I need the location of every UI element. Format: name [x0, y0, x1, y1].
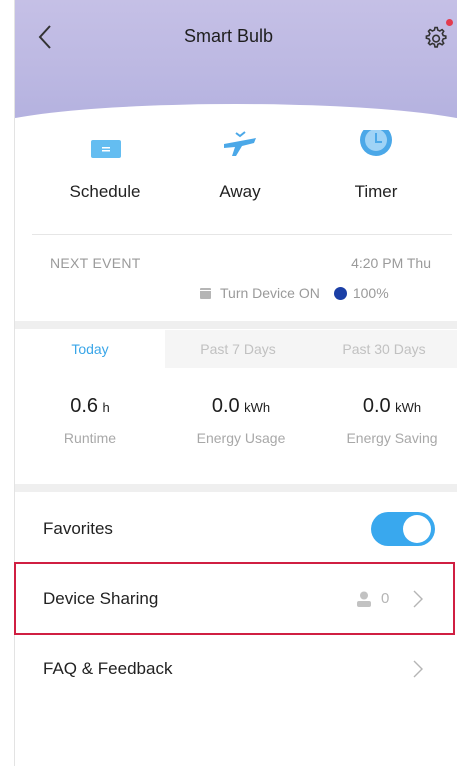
runtime-value: 0.6 — [70, 395, 99, 417]
away-button[interactable]: Away — [180, 130, 300, 220]
timer-button[interactable]: Timer — [316, 124, 436, 220]
energy-saving-value: 0.0 — [362, 395, 391, 417]
stat-energy-saving: 0.0 kWh Energy Saving — [317, 395, 457, 446]
chevron-right-icon — [413, 660, 423, 678]
away-icon — [220, 130, 260, 160]
tab-today[interactable]: Today — [15, 330, 165, 368]
runtime-label: Runtime — [63, 430, 117, 446]
away-label: Away — [219, 182, 261, 201]
next-event-action: Turn Device ON 100% — [200, 285, 389, 301]
favorites-label: Favorites — [43, 519, 113, 538]
timer-icon — [356, 124, 396, 160]
stat-runtime: 0.6 h Runtime — [15, 395, 165, 446]
energy-usage-label: Energy Usage — [196, 430, 286, 446]
faq-feedback-label: FAQ & Feedback — [43, 659, 173, 678]
section-separator — [15, 484, 457, 492]
notification-dot — [446, 19, 453, 26]
quick-actions: Schedule Away Timer — [15, 124, 457, 220]
toggle-knob — [403, 515, 431, 543]
highlight-box — [14, 562, 455, 635]
faq-feedback-row[interactable]: FAQ & Feedback — [15, 634, 457, 704]
section-separator — [15, 321, 457, 329]
energy-saving-unit: kWh — [395, 400, 422, 415]
settings-button[interactable] — [420, 23, 450, 53]
header — [15, 0, 457, 130]
calendar-icon — [200, 287, 211, 299]
schedule-label: Schedule — [69, 182, 141, 201]
schedule-button[interactable]: Schedule — [45, 130, 165, 220]
schedule-icon — [85, 130, 125, 160]
stat-energy-usage: 0.0 kWh Energy Usage — [166, 395, 316, 446]
timer-label: Timer — [354, 182, 398, 201]
brightness-dot — [333, 286, 347, 300]
energy-usage-unit: kWh — [244, 400, 271, 415]
energy-usage-value: 0.0 — [211, 395, 240, 417]
runtime-unit: h — [102, 400, 110, 415]
favorites-row: Favorites — [15, 494, 457, 564]
gear-icon — [425, 26, 447, 48]
period-tabs: Today Past 7 Days Past 30 Days — [15, 330, 457, 368]
tab-past-30-days[interactable]: Past 30 Days — [311, 330, 457, 368]
energy-saving-label: Energy Saving — [346, 430, 438, 446]
divider — [32, 234, 452, 235]
tab-past-7-days[interactable]: Past 7 Days — [165, 330, 311, 368]
page-title: Smart Bulb — [183, 26, 274, 46]
header-curve — [15, 104, 457, 130]
next-event-brightness: 100% — [352, 285, 389, 301]
next-event-time: 4:20 PM Thu — [351, 255, 431, 271]
favorites-toggle[interactable] — [371, 512, 435, 546]
next-event-action-text: Turn Device ON — [220, 285, 320, 301]
next-event-label: NEXT EVENT — [50, 255, 141, 271]
